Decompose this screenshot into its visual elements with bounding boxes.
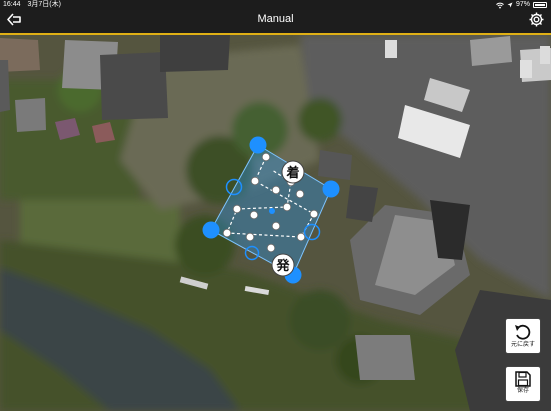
corner-handle-right xyxy=(322,180,340,198)
corner-handle-left xyxy=(202,221,220,239)
settings-button[interactable] xyxy=(528,11,545,28)
satellite-map[interactable]: 着 発 xyxy=(0,35,551,411)
start-marker: 発 xyxy=(271,253,295,277)
status-date: 3月7日(木) xyxy=(27,1,61,8)
save-button[interactable]: 保存 xyxy=(505,366,541,402)
start-marker-label: 発 xyxy=(275,258,290,274)
wifi-icon xyxy=(496,2,504,8)
center-point[interactable] xyxy=(269,208,275,214)
gear-icon xyxy=(529,12,544,27)
status-right: 97% xyxy=(496,0,547,10)
end-marker: 着 xyxy=(281,160,305,184)
app: 16:44 3月7日(木) 97% Manual 着 発 元に戻す 保存 xyxy=(0,0,551,411)
status-bar: 16:44 3月7日(木) 97% xyxy=(0,0,551,10)
location-icon xyxy=(507,2,513,8)
nav-bar: Manual xyxy=(0,10,551,35)
corner-handle-top xyxy=(249,136,267,154)
undo-label: 元に戻す xyxy=(510,342,535,348)
status-time: 16:44 xyxy=(3,1,21,8)
end-marker-label: 着 xyxy=(285,165,299,181)
battery-icon xyxy=(533,2,547,8)
save-icon xyxy=(515,371,531,387)
undo-icon xyxy=(515,324,531,340)
battery-percent: 97% xyxy=(515,1,530,8)
page-title: Manual xyxy=(257,13,294,25)
undo-button[interactable]: 元に戻す xyxy=(505,318,541,354)
save-label: 保存 xyxy=(516,388,529,394)
status-left: 16:44 3月7日(木) xyxy=(3,0,66,10)
map-view[interactable]: 着 発 xyxy=(0,35,551,411)
